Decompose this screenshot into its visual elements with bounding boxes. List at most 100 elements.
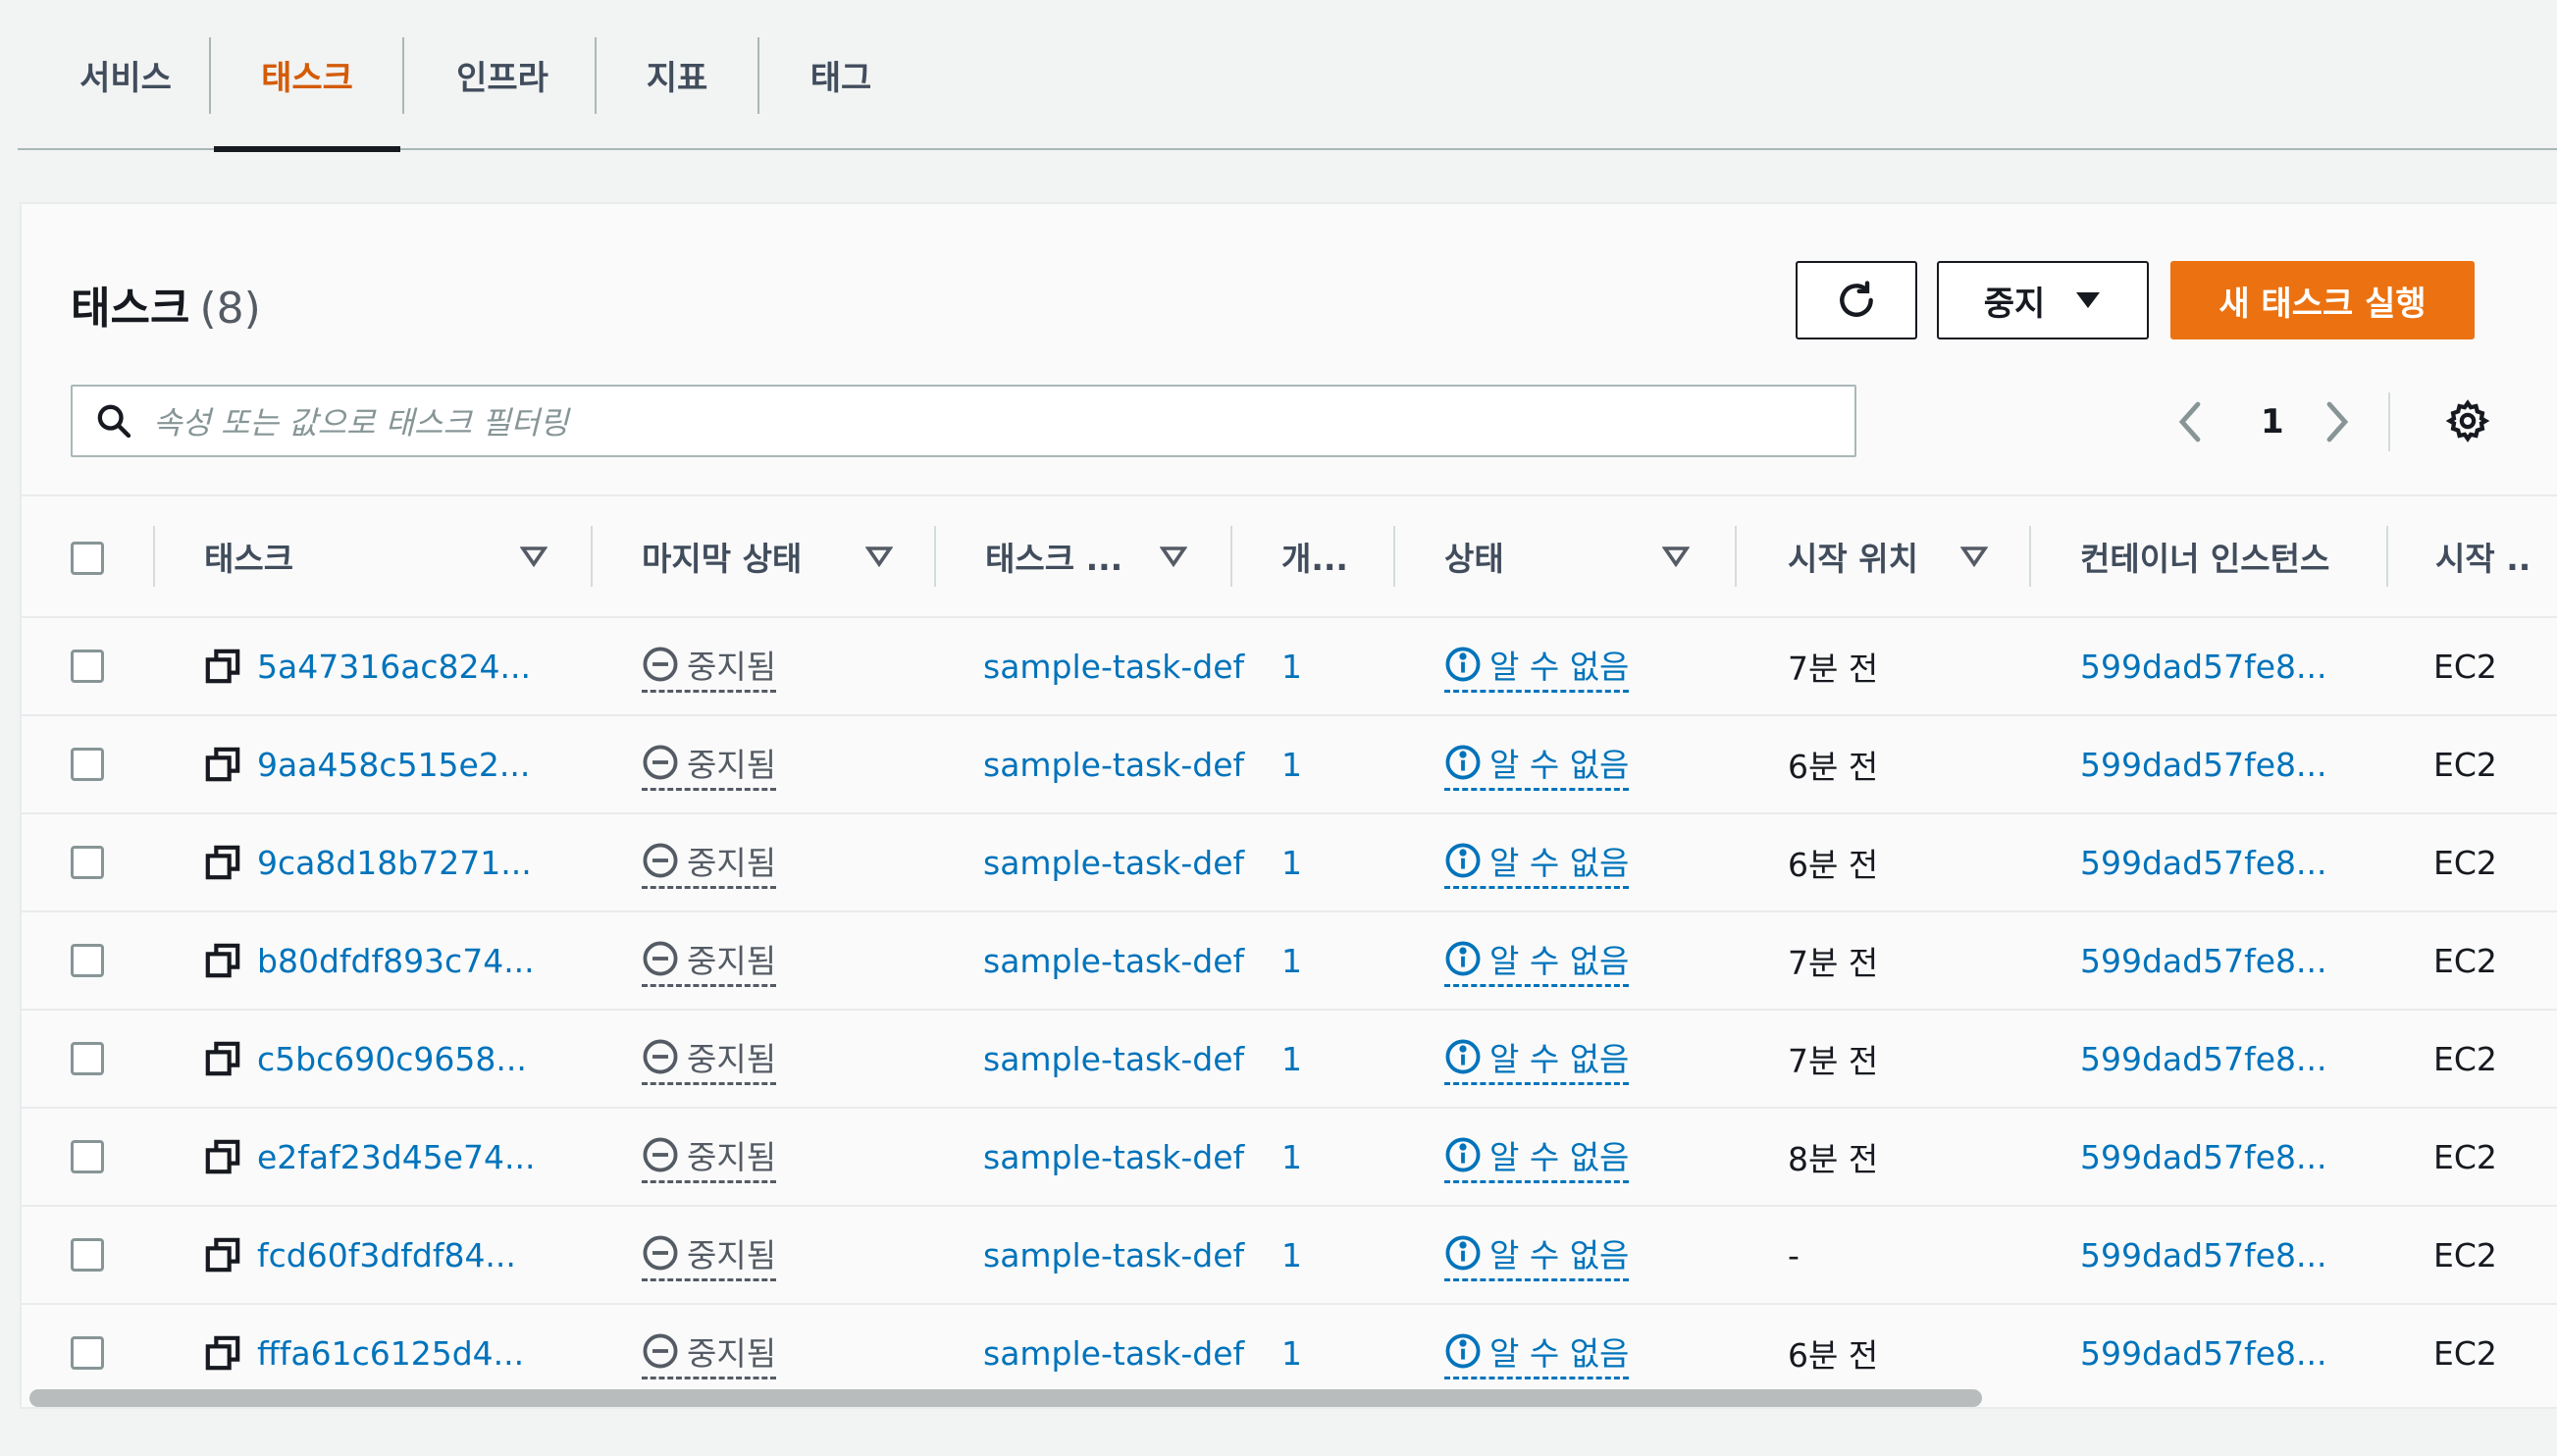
task-definition-link[interactable]: sample-task-def (983, 844, 1244, 882)
health-status[interactable]: 알 수 없음 (1444, 641, 1630, 693)
chevron-right-icon[interactable] (2320, 398, 2355, 445)
health-status[interactable]: 알 수 없음 (1444, 1131, 1630, 1183)
stop-dropdown-button[interactable]: 중지 (1937, 261, 2149, 339)
container-instance-link[interactable]: 599dad57fe8... (2080, 1138, 2326, 1176)
row-checkbox[interactable] (71, 1238, 104, 1272)
horizontal-scrollbar[interactable] (22, 1387, 2557, 1407)
status-cell: 알 수 없음 (1444, 814, 1729, 910)
sort-caret-icon[interactable] (865, 546, 893, 567)
table-row: 9aa458c515e2... 중지됨 sample-task-def 1 알 … (22, 716, 2557, 814)
run-new-task-button[interactable]: 새 태스크 실행 (2170, 261, 2475, 339)
task-id-link[interactable]: fffa61c6125d4... (257, 1334, 524, 1373)
tab-metrics[interactable]: 지표 (597, 0, 757, 150)
task-id-link[interactable]: c5bc690c9658... (257, 1040, 527, 1078)
last-status[interactable]: 중지됨 (642, 837, 777, 889)
count-value[interactable]: 1 (1281, 746, 1302, 784)
last-status[interactable]: 중지됨 (642, 1131, 777, 1183)
last-status[interactable]: 중지됨 (642, 1033, 777, 1085)
last-status[interactable]: 중지됨 (642, 1229, 777, 1281)
last-status-cell: 중지됨 (642, 716, 926, 812)
container-instance-link[interactable]: 599dad57fe8... (2080, 942, 2326, 980)
chevron-left-icon[interactable] (2172, 398, 2208, 445)
last-status[interactable]: 중지됨 (642, 739, 777, 791)
row-checkbox[interactable] (71, 1140, 104, 1173)
task-id-link[interactable]: 5a47316ac824... (257, 648, 531, 686)
task-cell: b80dfdf893c74... (204, 912, 577, 1009)
status-cell: 알 수 없음 (1444, 912, 1729, 1009)
gear-icon[interactable] (2445, 398, 2490, 443)
task-definition-link[interactable]: sample-task-def (983, 942, 1244, 980)
count-value[interactable]: 1 (1281, 648, 1302, 686)
row-checkbox[interactable] (71, 1336, 104, 1370)
task-id-link[interactable]: e2faf23d45e74... (257, 1138, 535, 1176)
container-instance-link[interactable]: 599dad57fe8... (2080, 648, 2326, 686)
task-filter-search[interactable]: 속성 또는 값으로 태스크 필터링 (71, 385, 1856, 457)
count-value[interactable]: 1 (1281, 942, 1302, 980)
column-header-status[interactable]: 상태 (1444, 496, 1504, 616)
task-id-link[interactable]: 9aa458c515e2... (257, 746, 530, 784)
count-value[interactable]: 1 (1281, 1334, 1302, 1373)
row-checkbox[interactable] (71, 650, 104, 683)
row-checkbox[interactable] (71, 944, 104, 977)
health-status[interactable]: 알 수 없음 (1444, 837, 1630, 889)
count-value[interactable]: 1 (1281, 1138, 1302, 1176)
container-instance-link[interactable]: 599dad57fe8... (2080, 1040, 2326, 1078)
row-checkbox[interactable] (71, 846, 104, 879)
task-cell: e2faf23d45e74... (204, 1109, 577, 1205)
refresh-button[interactable] (1796, 261, 1917, 339)
tab-tags[interactable]: 태그 (759, 0, 922, 150)
tab-infrastructure[interactable]: 인프라 (404, 0, 600, 150)
container-instance-link[interactable]: 599dad57fe8... (2080, 1236, 2326, 1274)
select-all-checkbox[interactable] (71, 542, 104, 575)
column-header-started[interactable]: 시작 위치 (1788, 496, 1918, 616)
health-status-text: 알 수 없음 (1489, 1039, 1630, 1078)
last-status[interactable]: 중지됨 (642, 641, 777, 693)
last-status[interactable]: 중지됨 (642, 1327, 777, 1379)
column-header-task[interactable]: 태스크 (204, 496, 293, 616)
column-header-launch-type[interactable]: 시작 .. (2435, 496, 2531, 616)
last-status[interactable]: 중지됨 (642, 935, 777, 987)
container-instance-link[interactable]: 599dad57fe8... (2080, 1334, 2326, 1373)
info-circle-icon (1445, 941, 1481, 975)
health-status[interactable]: 알 수 없음 (1444, 1327, 1630, 1379)
task-definition-link[interactable]: sample-task-def (983, 1040, 1244, 1078)
container-instance-link[interactable]: 599dad57fe8... (2080, 746, 2326, 784)
task-definition-link[interactable]: sample-task-def (983, 746, 1244, 784)
sort-caret-icon[interactable] (1960, 546, 1988, 567)
task-count: (8) (199, 284, 261, 334)
task-id-link[interactable]: 9ca8d18b7271... (257, 844, 532, 882)
task-definition-link[interactable]: sample-task-def (983, 648, 1244, 686)
health-status[interactable]: 알 수 없음 (1444, 739, 1630, 791)
container-instance-link[interactable]: 599dad57fe8... (2080, 844, 2326, 882)
container-instance-cell: 599dad57fe8... (2080, 1011, 2384, 1107)
task-definition-link[interactable]: sample-task-def (983, 1236, 1244, 1274)
row-checkbox[interactable] (71, 748, 104, 781)
row-checkbox[interactable] (71, 1042, 104, 1075)
column-header-last-status[interactable]: 마지막 상태 (642, 496, 802, 616)
count-value[interactable]: 1 (1281, 1236, 1302, 1274)
column-header-count[interactable]: 개... (1281, 496, 1348, 616)
page-number[interactable]: 1 (2261, 402, 2284, 442)
minus-circle-icon (643, 647, 678, 681)
container-instance-cell: 599dad57fe8... (2080, 1109, 2384, 1205)
count-value[interactable]: 1 (1281, 844, 1302, 882)
task-definition-link[interactable]: sample-task-def (983, 1138, 1244, 1176)
task-definition-cell: sample-task-def (983, 1011, 1254, 1107)
task-id-link[interactable]: b80dfdf893c74... (257, 942, 535, 980)
sort-caret-icon[interactable] (520, 546, 548, 567)
tab-tasks[interactable]: 태스크 (214, 0, 400, 152)
health-status[interactable]: 알 수 없음 (1444, 935, 1630, 987)
column-header-container-instance[interactable]: 컨테이너 인스턴스 (2080, 496, 2329, 616)
health-status[interactable]: 알 수 없음 (1444, 1033, 1630, 1085)
health-status[interactable]: 알 수 없음 (1444, 1229, 1630, 1281)
task-definition-link[interactable]: sample-task-def (983, 1334, 1244, 1373)
sort-caret-icon[interactable] (1662, 546, 1690, 567)
count-value[interactable]: 1 (1281, 1040, 1302, 1078)
column-header-task-definition[interactable]: 태스크 ... (985, 496, 1122, 616)
sort-caret-icon[interactable] (1160, 546, 1187, 567)
scrollbar-thumb[interactable] (29, 1389, 1982, 1407)
column-divider (1393, 526, 1395, 587)
task-id-link[interactable]: fcd60f3dfdf84... (257, 1236, 516, 1274)
launch-type-cell: EC2 (2433, 1137, 2497, 1176)
tab-services[interactable]: 서비스 (42, 0, 209, 150)
